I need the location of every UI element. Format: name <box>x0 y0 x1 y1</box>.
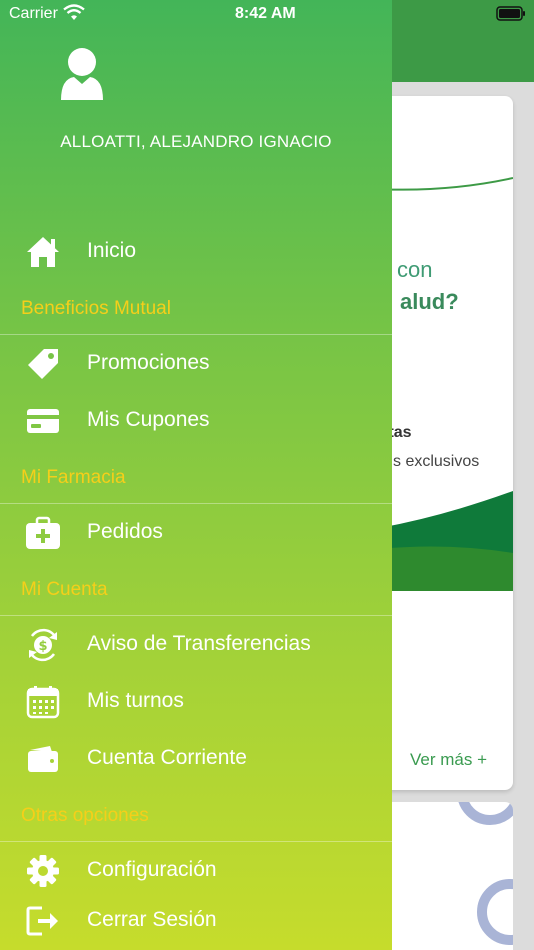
menu-label-configuracion: Configuración <box>87 858 217 881</box>
menu-item-turnos[interactable]: Mis turnos <box>0 678 392 726</box>
menu-item-promociones[interactable]: Promociones <box>0 340 392 388</box>
menu-label-transferencias: Aviso de Transferencias <box>87 632 311 655</box>
menu-label-cupones: Mis Cupones <box>87 408 210 431</box>
menu-label-inicio: Inicio <box>87 239 137 262</box>
card-text-line5: s exclusivos <box>393 453 480 470</box>
menu-label-cuenta-corriente: Cuenta Corriente <box>87 746 247 769</box>
carrier-label: Carrier <box>9 5 58 22</box>
divider <box>0 503 392 504</box>
card-text-line2: con <box>397 257 433 282</box>
user-name: ALLOATTI, ALEJANDRO IGNACIO <box>60 132 332 151</box>
section-beneficios: Beneficios Mutual <box>21 298 171 319</box>
menu-item-cerrar-sesion[interactable]: Cerrar Sesión <box>0 897 392 945</box>
menu-item-cupones[interactable]: Mis Cupones <box>0 397 392 445</box>
wifi-icon <box>63 4 85 27</box>
user-avatar-icon[interactable] <box>58 46 106 102</box>
svg-text:$: $ <box>38 639 47 654</box>
section-otras: Otras opciones <box>21 805 149 826</box>
divider <box>0 615 392 616</box>
clock: 8:42 AM <box>235 5 296 22</box>
logout-icon <box>24 903 62 939</box>
calendar-icon <box>24 684 62 720</box>
card-text-line3: alud? <box>400 289 459 314</box>
ver-mas-link[interactable]: Ver más + <box>410 750 487 770</box>
gear-icon <box>24 853 62 889</box>
section-farmacia: Mi Farmacia <box>21 467 126 488</box>
money-transfer-icon: $ <box>24 627 62 663</box>
divider <box>0 841 392 842</box>
status-bar: Carrier 8:42 AM <box>0 0 534 28</box>
menu-label-promociones: Promociones <box>87 351 210 374</box>
section-cuenta: Mi Cuenta <box>21 579 108 600</box>
credit-card-icon <box>24 403 62 439</box>
menu-label-turnos: Mis turnos <box>87 689 184 712</box>
home-icon <box>24 234 62 270</box>
divider <box>0 334 392 335</box>
menu-item-inicio[interactable]: Inicio <box>0 228 392 276</box>
menu-item-configuracion[interactable]: Configuración <box>0 847 392 895</box>
menu-item-pedidos[interactable]: Pedidos <box>0 509 392 557</box>
menu-item-transferencias[interactable]: $ Aviso de Transferencias <box>0 621 392 669</box>
wallet-icon <box>24 741 62 777</box>
menu-item-cuenta-corriente[interactable]: Cuenta Corriente <box>0 735 392 783</box>
menu-label-pedidos: Pedidos <box>87 520 163 543</box>
battery-icon <box>496 6 526 26</box>
menu-label-cerrar-sesion: Cerrar Sesión <box>87 908 217 931</box>
medical-kit-icon <box>24 515 62 551</box>
navigation-drawer: ALLOATTI, ALEJANDRO IGNACIO Inicio Benef… <box>0 0 392 950</box>
tag-icon <box>24 346 62 382</box>
